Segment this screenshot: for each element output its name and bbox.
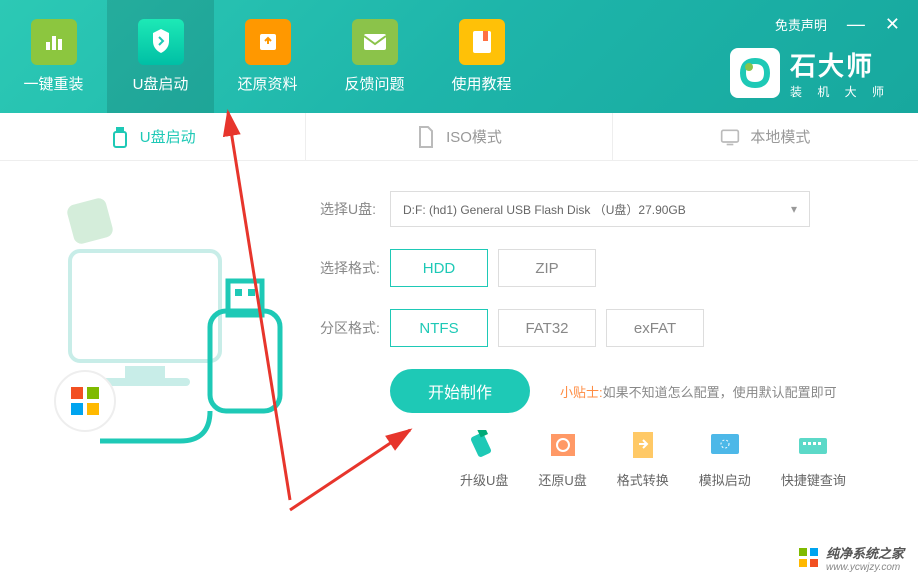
sub-tab-local[interactable]: 本地模式 <box>613 113 918 160</box>
hotkey-icon <box>795 430 831 460</box>
tool-label: 升级U盘 <box>460 470 508 489</box>
usb-shield-icon <box>138 19 184 65</box>
format-convert-icon <box>625 430 661 460</box>
close-button[interactable]: ✕ <box>885 14 900 35</box>
nav-tab-tutorial[interactable]: 使用教程 <box>428 0 535 113</box>
usb-icon <box>110 125 130 149</box>
tip-text: 如果不知道怎么配置，使用默认配置即可 <box>603 385 837 400</box>
format-option-zip[interactable]: ZIP <box>498 249 596 287</box>
nav-tab-feedback[interactable]: 反馈问题 <box>321 0 428 113</box>
partition-option-ntfs[interactable]: NTFS <box>390 309 488 347</box>
usb-select-value: D:F: (hd1) General USB Flash Disk （U盘）27… <box>403 201 686 218</box>
brand-title: 石大师 <box>790 46 890 83</box>
tool-label: 格式转换 <box>617 470 669 489</box>
partition-option-fat32[interactable]: FAT32 <box>498 309 596 347</box>
tool-upgrade-usb[interactable]: 升级U盘 <box>460 430 508 489</box>
brand-logo-icon <box>730 48 780 98</box>
nav-tab-reinstall[interactable]: 一键重装 <box>0 0 107 113</box>
watermark: 纯净系统之家 www.ycwjzy.com <box>798 543 904 573</box>
sub-tab-iso[interactable]: ISO模式 <box>306 113 612 160</box>
tool-label: 快捷键查询 <box>781 470 846 489</box>
sub-tab-label: 本地模式 <box>750 126 810 147</box>
brand-subtitle: 装 机 大 师 <box>790 83 890 100</box>
watermark-text: 纯净系统之家 <box>826 543 904 562</box>
tip: 小贴士:如果不知道怎么配置，使用默认配置即可 <box>560 382 837 401</box>
sub-tab-label: U盘启动 <box>140 126 196 147</box>
tool-simulate-boot[interactable]: 模拟启动 <box>699 430 751 489</box>
restore-usb-icon <box>545 430 581 460</box>
chevron-down-icon: ▾ <box>791 202 797 216</box>
usb-select[interactable]: D:F: (hd1) General USB Flash Disk （U盘）27… <box>390 191 810 227</box>
partition-label: 分区格式: <box>320 318 390 338</box>
iso-icon <box>416 125 436 149</box>
nav-label: 反馈问题 <box>344 73 404 94</box>
bar-chart-icon <box>31 19 77 65</box>
watermark-logo-icon <box>798 547 820 569</box>
nav-tab-usb-boot[interactable]: U盘启动 <box>107 0 214 113</box>
disclaimer-link[interactable]: 免责声明 <box>775 15 827 34</box>
format-option-hdd[interactable]: HDD <box>390 249 488 287</box>
feedback-icon <box>352 19 398 65</box>
minimize-button[interactable]: — <box>847 14 865 35</box>
tool-label: 模拟启动 <box>699 470 751 489</box>
nav-label: 一键重装 <box>23 73 83 94</box>
tool-format-convert[interactable]: 格式转换 <box>617 430 669 489</box>
tutorial-icon <box>459 19 505 65</box>
tip-label: 小贴士: <box>560 385 603 400</box>
nav-label: U盘启动 <box>133 73 189 94</box>
watermark-url: www.ycwjzy.com <box>826 562 904 573</box>
nav-tab-restore[interactable]: 还原资料 <box>214 0 321 113</box>
sub-tab-usb[interactable]: U盘启动 <box>0 113 306 160</box>
tool-label: 还原U盘 <box>538 470 586 489</box>
nav-label: 使用教程 <box>451 73 511 94</box>
usb-illustration <box>40 191 290 471</box>
upgrade-usb-icon <box>466 430 502 460</box>
partition-option-exfat[interactable]: exFAT <box>606 309 704 347</box>
local-icon <box>720 125 740 149</box>
restore-icon <box>245 19 291 65</box>
usb-select-label: 选择U盘: <box>320 199 390 219</box>
sub-tab-label: ISO模式 <box>446 126 502 147</box>
tool-hotkey-query[interactable]: 快捷键查询 <box>781 430 846 489</box>
format-label: 选择格式: <box>320 258 390 278</box>
nav-label: 还原资料 <box>237 73 297 94</box>
brand: 石大师 装 机 大 师 <box>730 46 890 100</box>
tool-restore-usb[interactable]: 还原U盘 <box>538 430 586 489</box>
simulate-boot-icon <box>707 430 743 460</box>
start-create-button[interactable]: 开始制作 <box>390 369 530 413</box>
